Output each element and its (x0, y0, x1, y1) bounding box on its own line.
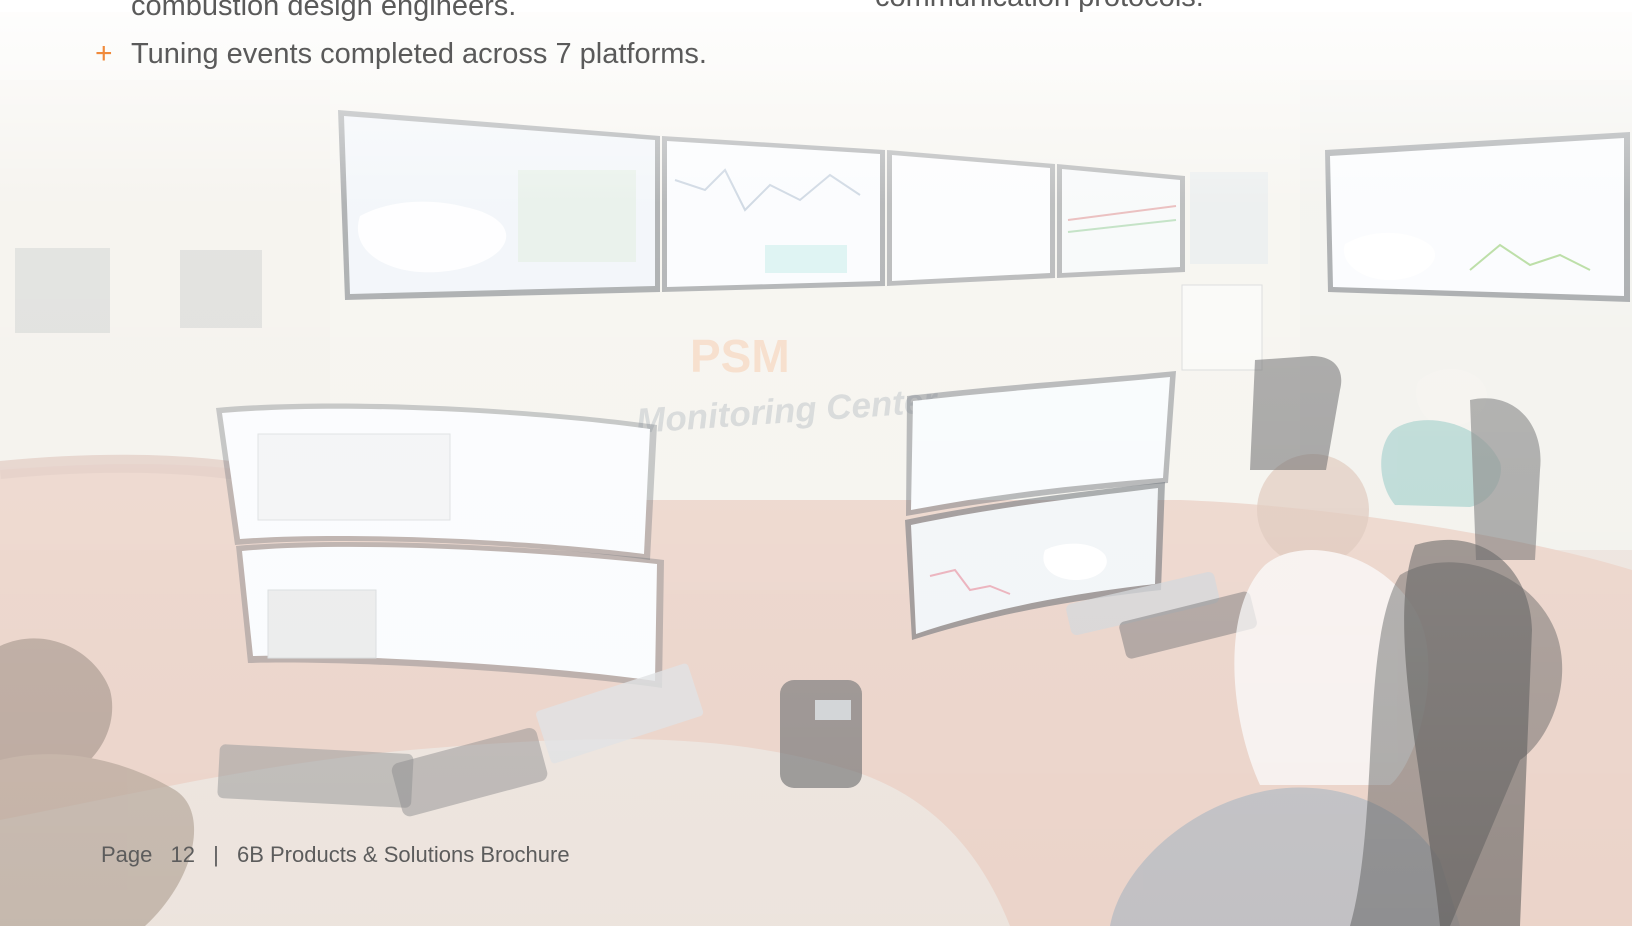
monitoring-center-photo: PSM Monitoring Center (0, 0, 1632, 926)
keyboard-left (217, 744, 414, 808)
bullet-item-tuning-events: + Tuning events completed across 7 platf… (95, 33, 855, 81)
control-room-illustration: PSM Monitoring Center (0, 80, 1632, 926)
bullet-text: combustion design engineers. (131, 0, 517, 22)
bullet-item-design-engineers: + combustion design engineers. (95, 0, 855, 33)
wall-picture-left-2 (180, 250, 262, 328)
footer-separator: | (213, 842, 219, 867)
page-label: Page (101, 842, 153, 867)
page-footer: Page 12 | 6B Products & Solutions Brochu… (101, 840, 570, 870)
right-wall-monitor (1325, 132, 1630, 302)
brochure-title: 6B Products & Solutions Brochure (236, 842, 570, 867)
plus-icon: + (95, 37, 113, 70)
wall-picture-left-1 (15, 248, 110, 333)
right-column-text: communication protocols. (875, 0, 1204, 18)
office-chair-back (1250, 356, 1342, 470)
page-number: 12 (170, 842, 195, 867)
psm-signage: PSM (690, 330, 790, 382)
bullet-list: + combustion design engineers. + Tuning … (95, 0, 855, 81)
bullet-text: Tuning events completed across 7 platfor… (131, 38, 707, 70)
left-workstation-monitors (216, 403, 664, 688)
desk-phone-left (780, 680, 862, 788)
